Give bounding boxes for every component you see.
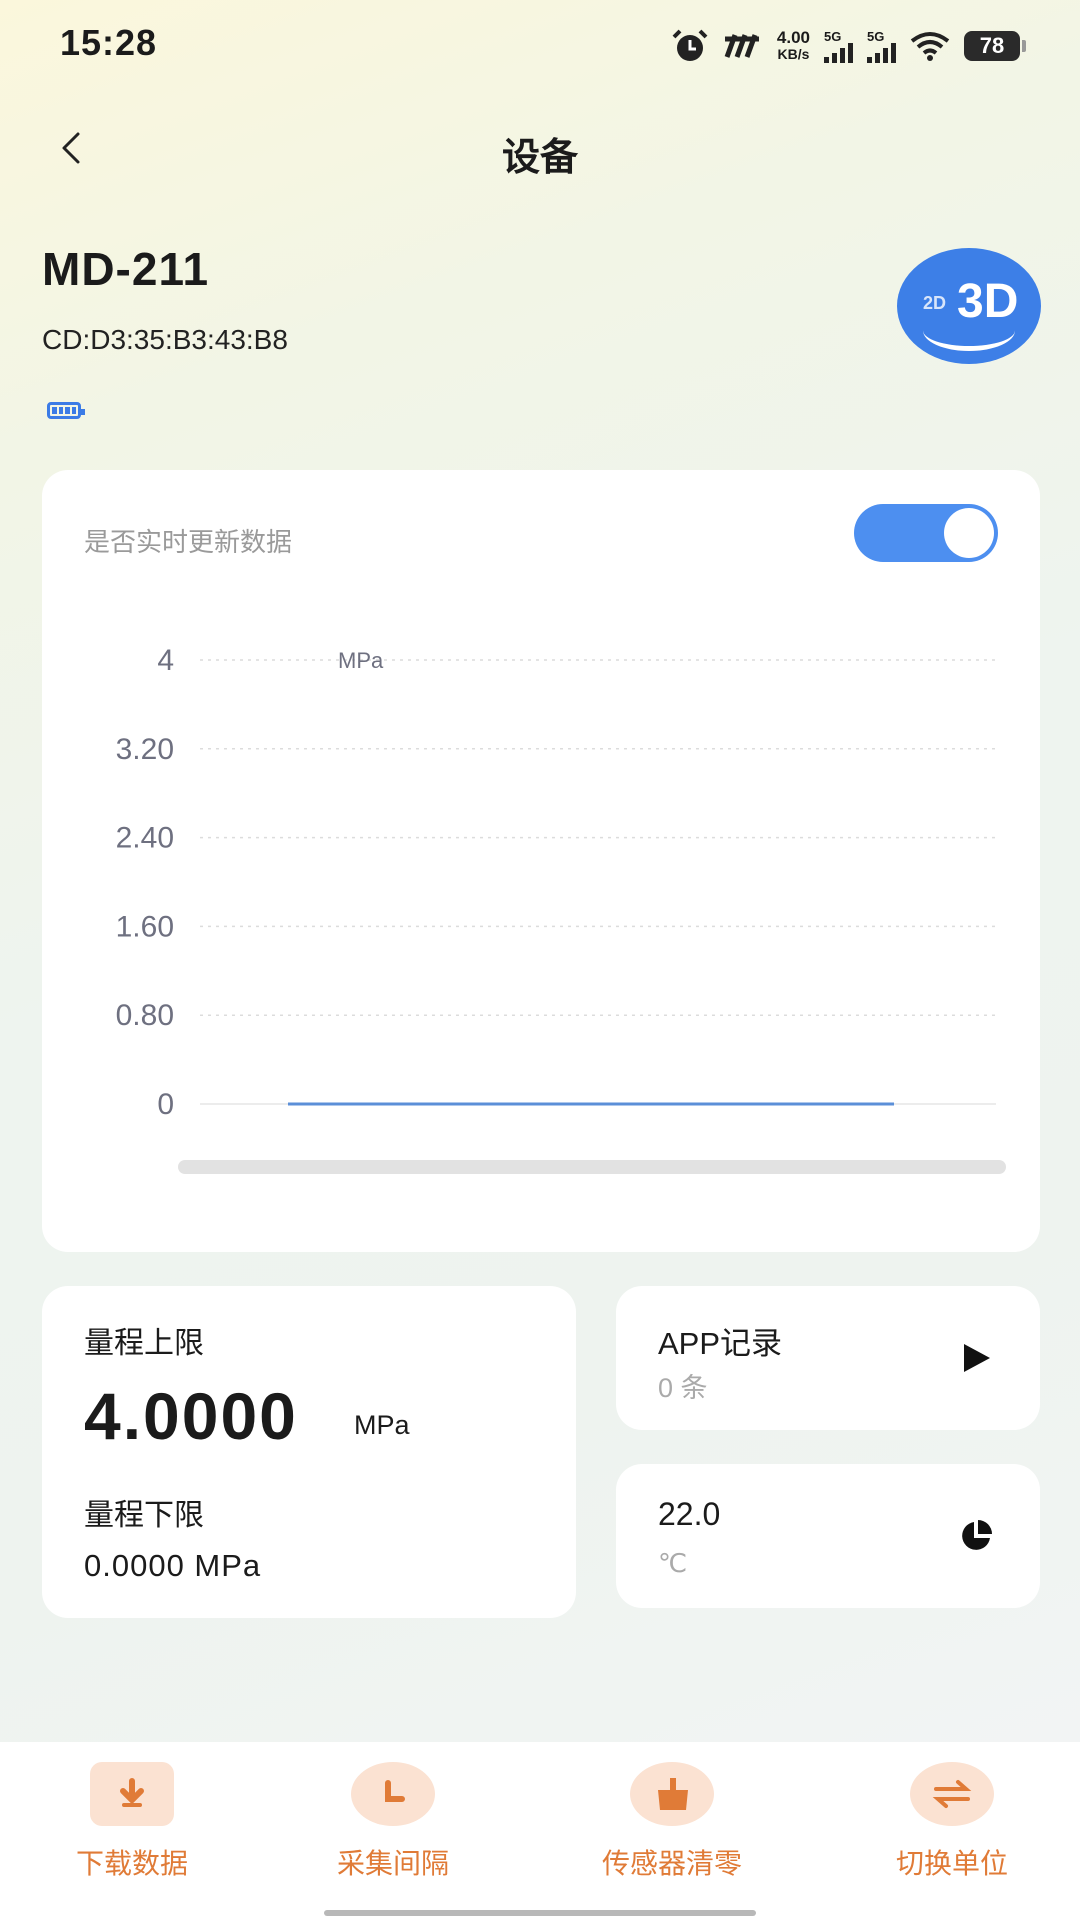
alarm-icon bbox=[672, 29, 708, 61]
swap-icon bbox=[910, 1762, 994, 1826]
sensor-zero-button[interactable]: 传感器清零 bbox=[582, 1762, 762, 1882]
download-icon bbox=[90, 1762, 174, 1826]
temperature-unit: ℃ bbox=[658, 1548, 688, 1578]
signal-5g-1-icon: 5G bbox=[824, 30, 853, 63]
network-speed: 4.00 KB/s bbox=[777, 29, 810, 63]
app-record-count: 0 条 bbox=[658, 1373, 708, 1403]
pie-chart-icon[interactable] bbox=[958, 1518, 994, 1554]
sample-interval-button[interactable]: 采集间隔 bbox=[323, 1762, 463, 1882]
pressure-chart: 4 3.20 2.40 1.60 0.80 0 MPa bbox=[116, 644, 1006, 1174]
view-3d-button[interactable]: 2D 3D bbox=[897, 248, 1041, 364]
switch-unit-label: 切换单位 bbox=[895, 1848, 1008, 1879]
y-tick-label: 0.80 bbox=[116, 999, 174, 1032]
y-tick-label: 0 bbox=[157, 1088, 174, 1121]
device-mac: CD:D3:35:B3:43:B8 bbox=[42, 324, 288, 355]
download-data-label: 下载数据 bbox=[75, 1848, 188, 1879]
device-name: MD-211 bbox=[42, 243, 210, 295]
status-time: 15:28 bbox=[60, 22, 158, 63]
play-icon[interactable] bbox=[964, 1344, 990, 1372]
temperature-card[interactable]: 22.0 ℃ bbox=[616, 1464, 1040, 1608]
range-card: 量程上限 4.0000 MPa 量程下限 0.0000 MPa bbox=[42, 1286, 576, 1618]
upper-limit-label: 量程上限 bbox=[84, 1327, 204, 1360]
home-indicator[interactable] bbox=[324, 1910, 756, 1916]
status-icons: 4.00 KB/s 5G 5G 78 bbox=[671, 26, 1026, 66]
y-tick-label: 1.60 bbox=[116, 910, 174, 943]
upper-limit-value: 4.0000 bbox=[84, 1379, 298, 1453]
sample-interval-label: 采集间隔 bbox=[336, 1848, 449, 1879]
network-speed-value: 4.00 bbox=[776, 28, 810, 47]
page-title: 设备 bbox=[501, 137, 578, 179]
lower-limit-label: 量程下限 bbox=[84, 1499, 204, 1532]
network-speed-unit: KB/s bbox=[777, 46, 810, 62]
rotate-arc-icon bbox=[923, 310, 1015, 351]
clock-icon bbox=[351, 1762, 435, 1826]
wifi-icon bbox=[910, 32, 950, 61]
upper-limit-unit: MPa bbox=[354, 1410, 410, 1440]
device-battery-icon bbox=[47, 402, 85, 419]
battery-indicator: 78 bbox=[964, 31, 1026, 61]
chart-scrollbar bbox=[178, 1160, 1006, 1174]
sensor-zero-label: 传感器清零 bbox=[601, 1848, 742, 1879]
broom-icon bbox=[630, 1762, 714, 1826]
chart-unit-label: MPa bbox=[338, 648, 384, 673]
download-data-button[interactable]: 下载数据 bbox=[62, 1762, 202, 1882]
lower-limit-value: 0.0000 MPa bbox=[84, 1548, 262, 1583]
sim1-label: 5G bbox=[824, 28, 842, 44]
app-record-card[interactable]: APP记录 0 条 bbox=[616, 1286, 1040, 1430]
switch-unit-button[interactable]: 切换单位 bbox=[882, 1762, 1022, 1882]
chart-card: 是否实时更新数据 4 3.20 2.40 1.60 0.80 0 MPa bbox=[42, 470, 1040, 1252]
y-tick-label: 4 bbox=[157, 644, 174, 677]
y-tick-label: 2.40 bbox=[116, 822, 174, 855]
app-record-title: APP记录 bbox=[658, 1326, 783, 1361]
sim2-label: 5G bbox=[867, 28, 885, 44]
y-tick-label: 3.20 bbox=[116, 733, 174, 766]
bottom-toolbar: 下载数据 采集间隔 传感器清零 切换单位 bbox=[0, 1742, 1080, 1920]
temperature-value: 22.0 bbox=[658, 1496, 721, 1532]
carrier-logo-icon bbox=[724, 34, 759, 58]
signal-5g-2-icon: 5G bbox=[867, 30, 896, 63]
